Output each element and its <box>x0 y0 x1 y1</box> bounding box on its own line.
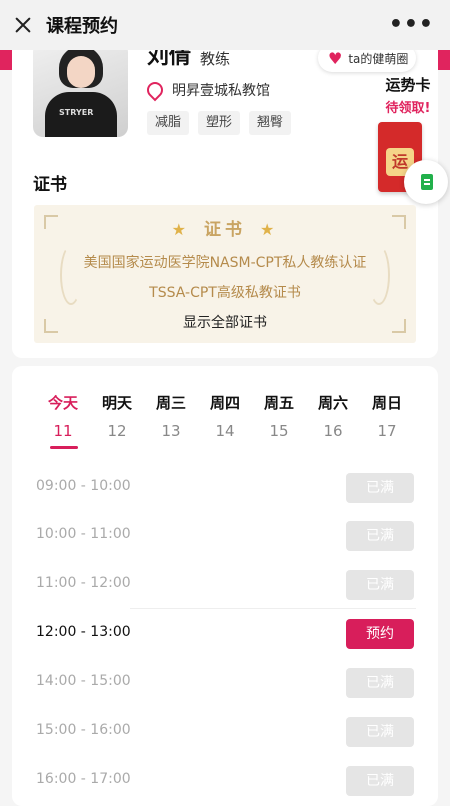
page-title: 课程预约 <box>46 16 118 37</box>
certificate-banner-label: 证书 <box>204 220 246 240</box>
day-tab-thursday[interactable]: 周四 14 <box>198 392 252 440</box>
location-pin-icon <box>143 78 167 102</box>
slot-full-button: 已满 <box>346 766 414 796</box>
slot-time: 15:00 - 16:00 <box>36 722 131 738</box>
day-name: 周四 <box>209 394 240 412</box>
day-name: 今天 <box>47 394 78 412</box>
fan-circle-label: ta的健萌圈 <box>348 51 409 66</box>
coach-tag: 减脂 <box>147 111 190 135</box>
certificate-item: TSSA-CPT高级私教证书 <box>149 285 301 301</box>
day-tab-friday[interactable]: 周五 15 <box>252 392 306 440</box>
slot-full-button: 已满 <box>346 717 414 747</box>
day-tab-tomorrow[interactable]: 明天 12 <box>90 392 144 440</box>
time-slot-row: 15:00 - 16:00 已满 <box>36 717 416 747</box>
slot-full-button: 已满 <box>346 570 414 600</box>
slot-time: 12:00 - 13:00 <box>36 624 131 640</box>
time-slot-row: 14:00 - 15:00 已满 <box>36 668 416 698</box>
day-name: 明天 <box>101 394 132 412</box>
certificates-heading: 证书 <box>33 175 67 195</box>
day-date: 15 <box>269 422 289 440</box>
day-date: 11 <box>53 422 73 440</box>
time-slot-row: 12:00 - 13:00 预约 <box>36 619 416 649</box>
slot-time: 09:00 - 10:00 <box>36 478 131 494</box>
floating-doc-button[interactable] <box>404 160 448 204</box>
day-name: 周三 <box>155 394 186 412</box>
certificate-item: 美国国家运动医学院NASM-CPT私人教练认证 <box>83 255 367 271</box>
star-icon: ★ <box>171 220 190 239</box>
coach-location: 明昇壹城私教馆 <box>143 78 270 102</box>
day-tab-today[interactable]: 今天 11 <box>36 392 90 440</box>
coach-avatar: STRYER <box>33 42 128 137</box>
slot-time: 11:00 - 12:00 <box>36 575 131 591</box>
coach-tag: 翘臀 <box>249 111 292 135</box>
day-tab-saturday[interactable]: 周六 16 <box>306 392 360 440</box>
time-slot-row: 10:00 - 11:00 已满 <box>36 521 416 551</box>
day-name: 周五 <box>263 394 294 412</box>
slot-full-button: 已满 <box>346 473 414 503</box>
slot-full-button: 已满 <box>346 521 414 551</box>
day-date: 12 <box>107 422 127 440</box>
slot-time: 10:00 - 11:00 <box>36 526 131 542</box>
day-tabs: 今天 11 明天 12 周三 13 周四 14 周五 15 周六 16 周日 1… <box>36 392 414 440</box>
slot-full-button: 已满 <box>346 668 414 698</box>
day-date: 16 <box>323 422 343 440</box>
certificate-banner-title: ★ 证书 ★ <box>34 215 416 240</box>
show-all-certificates-link[interactable]: 显示全部证书 <box>34 312 416 332</box>
day-tab-wednesday[interactable]: 周三 13 <box>144 392 198 440</box>
heart-icon: ♥ <box>328 48 343 68</box>
certificate-panel: ★ 证书 ★ 美国国家运动医学院NASM-CPT私人教练认证 TSSA-CPT高级私… <box>34 205 416 343</box>
top-bar: 课程预约 ••• <box>0 0 450 50</box>
day-date: 13 <box>161 422 181 440</box>
book-button[interactable]: 预约 <box>346 619 414 649</box>
coach-tags: 减脂 塑形 翘臀 <box>147 111 292 135</box>
coach-role: 教练 <box>200 50 231 68</box>
more-options-icon[interactable]: ••• <box>389 14 434 36</box>
close-icon[interactable] <box>12 14 34 36</box>
slot-time: 14:00 - 15:00 <box>36 673 131 689</box>
divider <box>130 608 416 609</box>
active-day-indicator <box>50 446 78 449</box>
star-icon: ★ <box>260 220 279 239</box>
time-slot-row: 16:00 - 17:00 已满 <box>36 766 416 796</box>
fortune-card-subtitle: 待领取! <box>385 101 431 116</box>
location-name: 明昇壹城私教馆 <box>172 83 270 99</box>
coach-tag: 塑形 <box>198 111 241 135</box>
time-slot-row: 09:00 - 10:00 已满 <box>36 473 416 503</box>
time-slot-row: 11:00 - 12:00 已满 <box>36 570 416 600</box>
day-date: 14 <box>215 422 235 440</box>
day-tab-sunday[interactable]: 周日 17 <box>360 392 414 440</box>
fortune-card-title: 运势卡 <box>385 76 431 94</box>
slot-time: 16:00 - 17:00 <box>36 771 131 787</box>
day-date: 17 <box>377 422 397 440</box>
right-accent-bar <box>436 50 450 70</box>
day-name: 周六 <box>317 394 348 412</box>
day-name: 周日 <box>371 394 402 412</box>
document-icon <box>421 174 433 190</box>
fortune-card-banner[interactable]: 运势卡 待领取! <box>376 74 440 116</box>
